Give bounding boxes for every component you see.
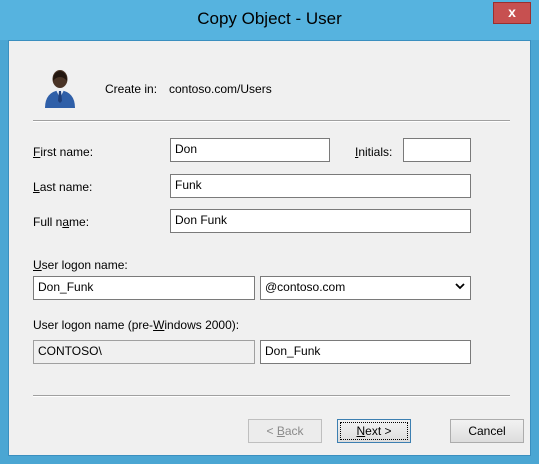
top-separator xyxy=(33,120,510,122)
title-bar[interactable]: Copy Object - User x xyxy=(0,0,539,40)
last-name-accel: L xyxy=(33,180,40,194)
cancel-button[interactable]: Cancel xyxy=(450,419,524,443)
pre2000-label-after: indows 2000): xyxy=(164,318,240,332)
create-in-value: contoso.com/Users xyxy=(169,82,272,96)
back-button[interactable]: < Back xyxy=(248,419,322,443)
logon-name-label: User logon name: xyxy=(33,258,128,272)
back-label-before: < xyxy=(266,424,277,438)
pre2000-label: User logon name (pre-Windows 2000): xyxy=(33,318,239,332)
pre2000-accel: W xyxy=(153,318,165,332)
initials-field[interactable] xyxy=(403,138,471,162)
back-accel: B xyxy=(276,424,285,438)
full-name-label: Full name: xyxy=(33,215,89,229)
chevron-down-icon xyxy=(455,280,465,295)
first-name-label-rest: irst name: xyxy=(40,145,94,159)
full-name-label-after: me: xyxy=(69,215,90,229)
user-icon xyxy=(45,70,75,108)
logon-name-accel: U xyxy=(33,258,42,272)
logon-name-field[interactable]: Don_Funk xyxy=(33,276,255,300)
full-name-value: Don Funk xyxy=(175,213,228,227)
pre2000-domain-value: CONTOSO\ xyxy=(38,344,102,358)
first-name-label: First name: xyxy=(33,145,93,159)
dialog-window: Copy Object - User x Create in: contoso.… xyxy=(0,0,539,464)
create-in-label: Create in: xyxy=(105,82,158,96)
first-name-field[interactable]: Don xyxy=(170,138,330,162)
initials-label-rest: nitials: xyxy=(358,145,393,159)
back-label-after: ack xyxy=(284,424,304,438)
pre2000-logon-field[interactable]: Don_Funk xyxy=(260,340,471,364)
pre2000-domain-field: CONTOSO\ xyxy=(33,340,255,364)
close-icon: x xyxy=(508,4,516,20)
bottom-separator xyxy=(33,395,510,397)
last-name-value: Funk xyxy=(175,178,202,192)
initials-label: Initials: xyxy=(355,145,392,159)
upn-suffix-value: @contoso.com xyxy=(265,280,346,294)
last-name-label: Last name: xyxy=(33,180,92,194)
last-name-label-rest: ast name: xyxy=(39,180,93,194)
last-name-field[interactable]: Funk xyxy=(170,174,471,198)
logon-name-label-rest: ser logon name: xyxy=(41,258,128,272)
next-button[interactable]: Next > xyxy=(337,419,411,443)
dialog-client-area: Create in: contoso.com/Users First name:… xyxy=(8,40,531,456)
focus-rectangle xyxy=(340,422,408,440)
pre2000-logon-value: Don_Funk xyxy=(265,344,321,358)
window-title: Copy Object - User xyxy=(197,9,342,28)
full-name-field[interactable]: Don Funk xyxy=(170,209,471,233)
upn-suffix-dropdown[interactable]: @contoso.com xyxy=(260,276,471,300)
close-button[interactable]: x xyxy=(493,2,531,24)
first-name-value: Don xyxy=(175,142,198,156)
full-name-label-before: Full n xyxy=(33,215,63,229)
logon-name-value: Don_Funk xyxy=(38,280,94,294)
pre2000-label-before: User logon name (pre- xyxy=(33,318,154,332)
